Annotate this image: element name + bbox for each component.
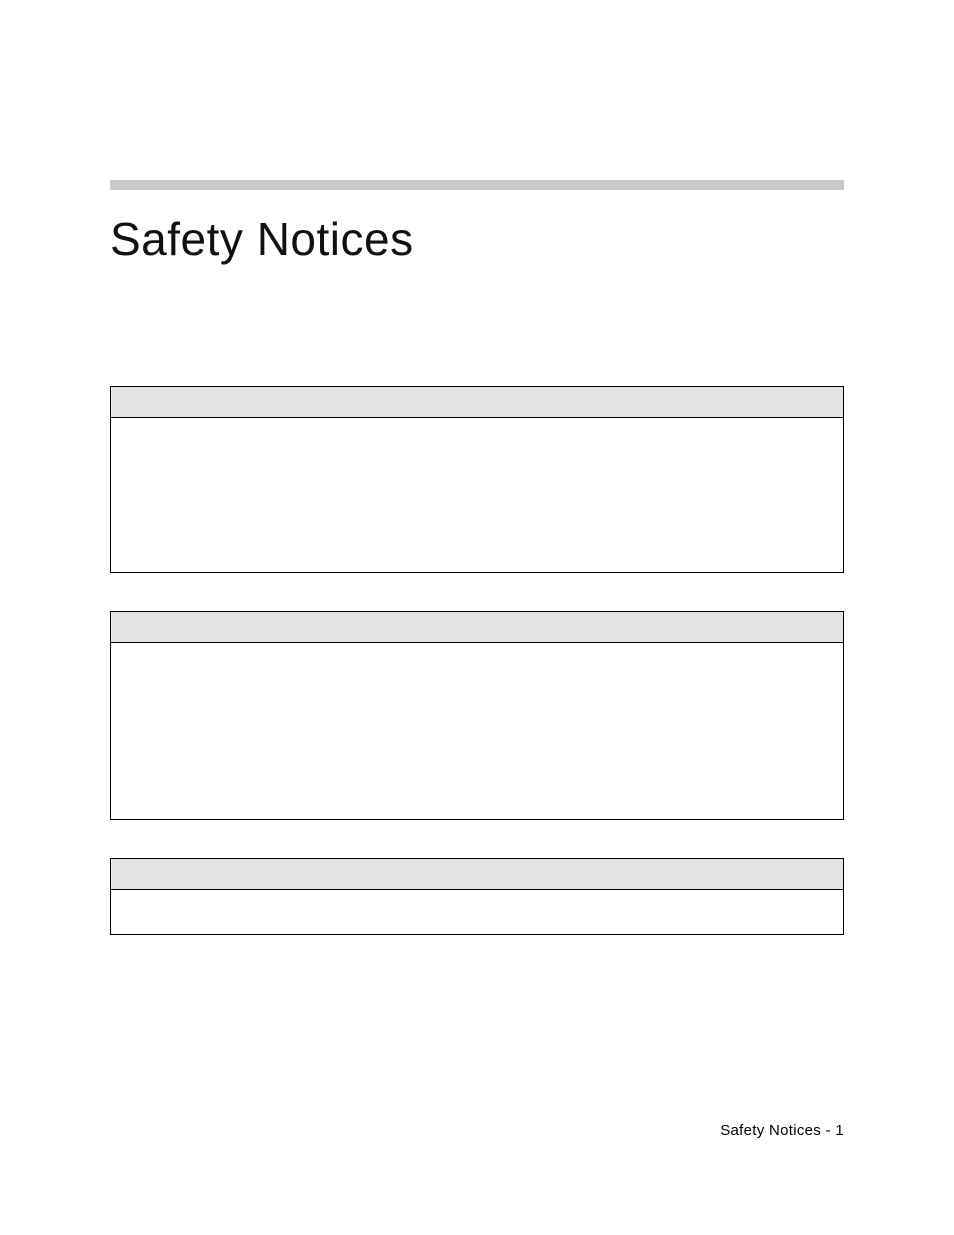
title-rule (110, 180, 844, 190)
notice-heading (111, 859, 843, 890)
notice-box-3 (110, 858, 844, 935)
notice-heading (111, 387, 843, 418)
notice-body (111, 890, 843, 934)
footer-section: Safety Notices (720, 1122, 821, 1139)
footer-page-number: 1 (835, 1122, 844, 1139)
notice-body (111, 643, 843, 819)
notice-heading (111, 612, 843, 643)
notice-body (111, 418, 843, 572)
page-footer: Safety Notices - 1 (720, 1122, 844, 1139)
footer-separator: - (821, 1122, 835, 1139)
notice-box-1 (110, 386, 844, 573)
document-page: Safety Notices Safety Notices - 1 (0, 0, 954, 1235)
notice-box-2 (110, 611, 844, 820)
page-title: Safety Notices (110, 212, 844, 266)
